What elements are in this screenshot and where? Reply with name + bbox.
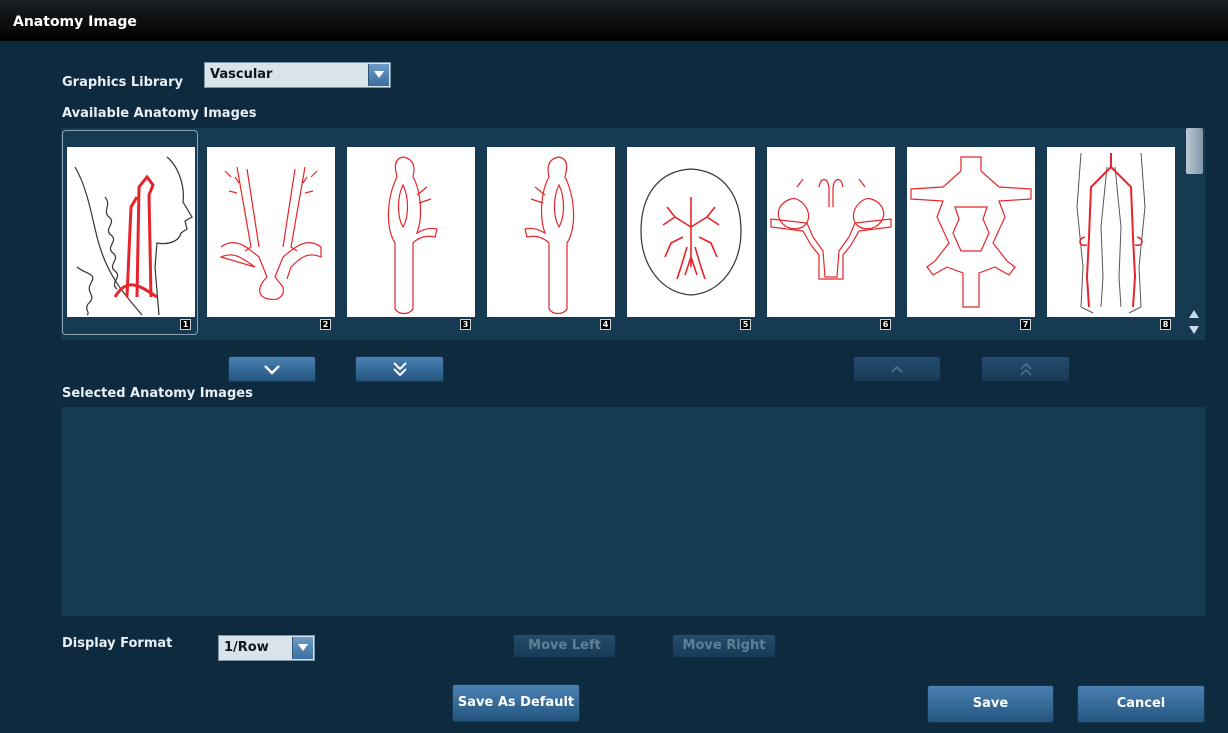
cancel-label: Cancel bbox=[1116, 696, 1166, 711]
chevron-up-icon bbox=[891, 365, 903, 373]
move-left-label: Move Left bbox=[528, 638, 601, 653]
available-images-label: Available Anatomy Images bbox=[62, 106, 257, 121]
anatomy-thumbnail-3[interactable] bbox=[347, 147, 475, 317]
thumbnail-number-4: 4 bbox=[600, 319, 611, 330]
add-image-button[interactable] bbox=[228, 356, 316, 382]
thumbnail-number-3: 3 bbox=[460, 319, 471, 330]
remove-all-images-button[interactable] bbox=[981, 356, 1070, 382]
dropdown-arrow-icon[interactable] bbox=[292, 637, 313, 659]
save-button[interactable]: Save bbox=[927, 685, 1054, 723]
selected-images-list[interactable] bbox=[61, 407, 1205, 616]
thumbnail-number-7: 7 bbox=[1020, 319, 1031, 330]
thumbnail-number-5: 5 bbox=[740, 319, 751, 330]
scroll-up-down-icon[interactable] bbox=[1187, 308, 1201, 336]
chevron-down-icon bbox=[264, 365, 280, 375]
scrollbar-thumb[interactable] bbox=[1186, 128, 1203, 174]
anatomy-thumbnail-1[interactable] bbox=[67, 147, 195, 317]
display-format-label: Display Format bbox=[62, 636, 173, 651]
available-images-scrollbar[interactable] bbox=[1185, 128, 1205, 340]
anatomy-thumbnail-2[interactable] bbox=[207, 147, 335, 317]
vessel-branch-image-alt bbox=[524, 156, 575, 315]
double-chevron-down-icon bbox=[392, 362, 407, 377]
window-title: Anatomy Image bbox=[13, 14, 137, 30]
brain-vessels-image bbox=[640, 168, 742, 296]
double-chevron-up-icon bbox=[1019, 362, 1032, 376]
thumbnail-number-2: 2 bbox=[320, 319, 331, 330]
display-format-select[interactable]: 1/Row bbox=[218, 635, 315, 661]
move-right-button[interactable]: Move Right bbox=[672, 634, 776, 658]
vessel-branch-image bbox=[387, 156, 438, 315]
vessel-ring-image bbox=[910, 156, 1032, 308]
anatomy-thumbnail-8[interactable] bbox=[1047, 147, 1175, 317]
thumbnail-number-1: 1 bbox=[180, 319, 191, 330]
anatomy-thumbnail-4[interactable] bbox=[487, 147, 615, 317]
selected-images-label: Selected Anatomy Images bbox=[62, 386, 253, 401]
graphics-library-label: Graphics Library bbox=[62, 75, 183, 90]
move-right-label: Move Right bbox=[682, 638, 766, 653]
save-label: Save bbox=[972, 696, 1009, 711]
thumbnail-number-6: 6 bbox=[880, 319, 891, 330]
dropdown-arrow-icon[interactable] bbox=[368, 64, 389, 86]
carotid-neck-image bbox=[74, 156, 193, 316]
window-title-bar: Anatomy Image bbox=[0, 0, 1228, 41]
cancel-button[interactable]: Cancel bbox=[1077, 685, 1205, 723]
anatomy-thumbnail-7[interactable] bbox=[907, 147, 1035, 317]
graphics-library-select[interactable]: Vascular bbox=[204, 62, 391, 88]
display-format-value: 1/Row bbox=[224, 640, 269, 655]
anatomy-thumbnail-6[interactable] bbox=[767, 147, 895, 317]
anatomy-thumbnail-5[interactable] bbox=[627, 147, 755, 317]
aortic-branches-image bbox=[219, 166, 322, 301]
graphics-library-value: Vascular bbox=[210, 67, 273, 82]
move-left-button[interactable]: Move Left bbox=[513, 634, 616, 658]
circle-of-willis-image bbox=[770, 178, 892, 280]
lower-limb-vessels-image bbox=[1076, 152, 1146, 314]
add-all-images-button[interactable] bbox=[355, 356, 444, 382]
save-as-default-button[interactable]: Save As Default bbox=[452, 684, 580, 722]
remove-image-button[interactable] bbox=[853, 356, 941, 382]
save-as-default-label: Save As Default bbox=[457, 695, 575, 710]
thumbnail-number-8: 8 bbox=[1160, 319, 1171, 330]
